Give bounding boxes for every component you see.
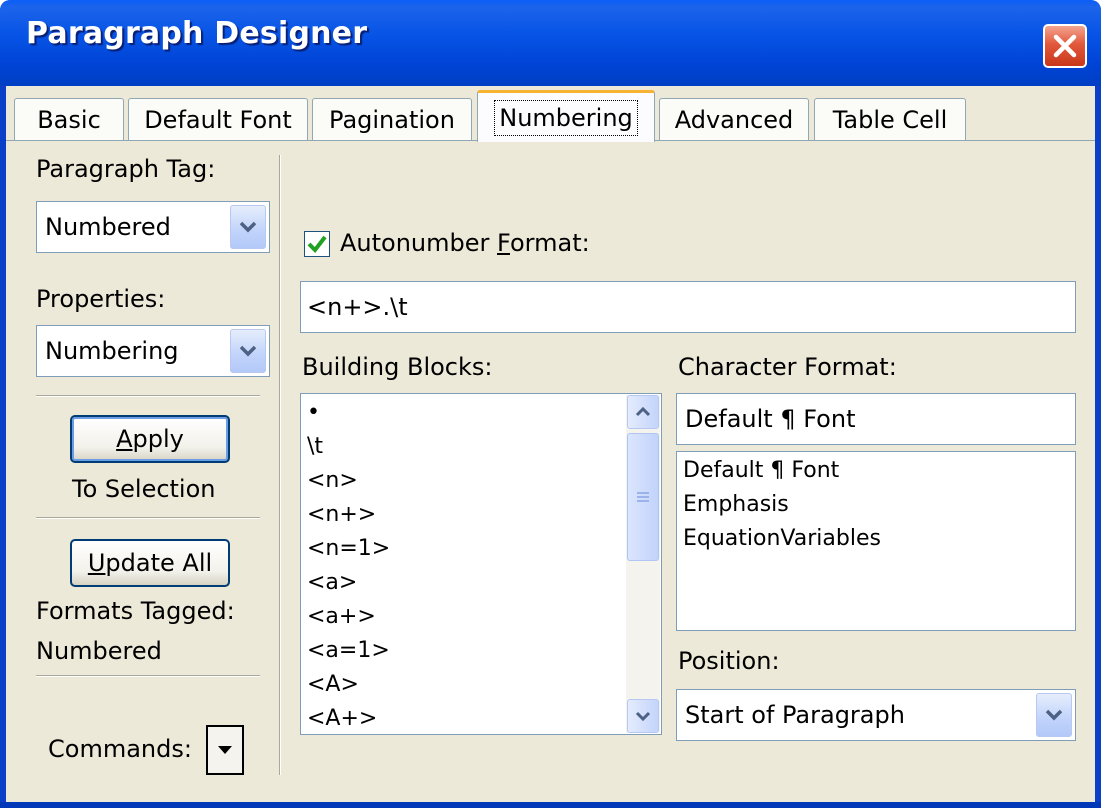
numbering-panel: Paragraph Tag: Numbered Properties: Numb… [6,140,1095,796]
grip-icon [637,492,649,502]
scroll-down-button[interactable] [627,699,659,733]
tab-label: Default Font [144,105,292,134]
list-item[interactable]: <A+> [301,702,661,734]
list-item[interactable]: <a+> [301,600,661,634]
title-bar[interactable]: Paragraph Designer [0,0,1101,86]
chevron-down-icon [635,711,651,721]
list-item[interactable]: <A> [301,668,661,702]
list-item[interactable]: <a> [301,566,661,600]
apply-label: Apply [116,425,184,453]
tab-numbering[interactable]: Numbering [477,90,655,142]
tab-label: Table Cell [832,105,948,134]
properties-select[interactable]: Numbering [36,325,270,377]
tab-advanced[interactable]: Advanced [659,98,809,140]
building-blocks-scrollbar[interactable] [626,395,660,733]
list-item[interactable]: Emphasis [677,488,1075,522]
paragraph-designer-window: Paragraph Designer Basic Default Font Pa… [0,0,1101,808]
list-item[interactable]: <n+> [301,498,661,532]
close-button[interactable] [1043,24,1087,68]
tab-basic[interactable]: Basic [14,98,124,140]
character-format-list[interactable]: Default ¶ Font Emphasis EquationVariables [676,451,1076,631]
building-blocks-list[interactable]: • \t <n> <n+> <n=1> <a> <a+> <a=1> <A> <A+> [300,393,662,735]
list-item[interactable]: \t [301,430,661,464]
window-bottom-border [0,802,1101,808]
dialog-client: Basic Default Font Pagination Numbering … [6,86,1095,802]
properties-value: Numbering [45,337,179,365]
check-icon [307,235,327,253]
tab-default-font[interactable]: Default Font [128,98,308,140]
tab-label: Basic [37,105,101,134]
formats-tagged-value: Numbered [36,637,162,665]
tab-table-cell[interactable]: Table Cell [814,98,966,140]
paragraph-tag-select[interactable]: Numbered [36,201,270,253]
building-blocks-items: • \t <n> <n+> <n=1> <a> <a+> <a=1> <A> <A+> [301,394,661,734]
left-divider [36,395,260,397]
to-selection-label: To Selection [72,475,216,503]
scroll-thumb[interactable] [627,433,659,561]
list-item[interactable]: <n=1> [301,532,661,566]
paragraph-tag-value: Numbered [45,213,171,241]
chevron-down-icon [239,221,257,233]
tab-label: Advanced [674,105,794,134]
character-format-label: Character Format: [678,353,897,381]
update-all-button[interactable]: Update All [70,539,230,587]
apply-button[interactable]: Apply [70,415,230,463]
left-divider [36,675,260,677]
chevron-down-icon [239,345,257,357]
position-dropdown-button[interactable] [1036,693,1072,737]
tab-label: Numbering [494,99,638,136]
paragraph-tag-dropdown-button[interactable] [230,205,266,249]
formats-tagged-label: Formats Tagged: [36,597,235,625]
list-item[interactable]: <n> [301,464,661,498]
character-format-items: Default ¶ Font Emphasis EquationVariables [677,452,1075,556]
building-blocks-label: Building Blocks: [302,353,493,381]
caret-down-icon [218,746,232,754]
position-value: Start of Paragraph [685,701,905,729]
tab-pagination[interactable]: Pagination [312,98,472,140]
list-item[interactable]: EquationVariables [677,522,1075,556]
chevron-up-icon [635,407,651,417]
character-format-input[interactable]: Default ¶ Font [676,393,1076,445]
tab-label: Pagination [329,105,455,134]
list-item[interactable]: <a=1> [301,634,661,668]
position-select[interactable]: Start of Paragraph [676,689,1076,741]
position-label: Position: [678,647,780,675]
commands-label: Commands: [48,735,192,763]
update-all-label: Update All [87,549,213,577]
window-title: Paragraph Designer [26,16,368,51]
left-divider [36,517,260,519]
chevron-down-icon [1045,709,1063,721]
list-item[interactable]: • [301,396,661,430]
autonumber-checkbox[interactable] [304,231,330,257]
properties-dropdown-button[interactable] [230,329,266,373]
autonumber-format-label: Autonumber Format: [340,229,590,257]
autonumber-format-input[interactable]: <n+>.\t [300,281,1076,333]
properties-label: Properties: [36,285,166,313]
paragraph-tag-label: Paragraph Tag: [36,155,216,183]
commands-dropdown-button[interactable] [206,725,244,775]
list-item[interactable]: Default ¶ Font [677,454,1075,488]
close-icon [1053,34,1077,58]
scroll-up-button[interactable] [627,395,659,429]
vertical-divider [279,155,281,775]
